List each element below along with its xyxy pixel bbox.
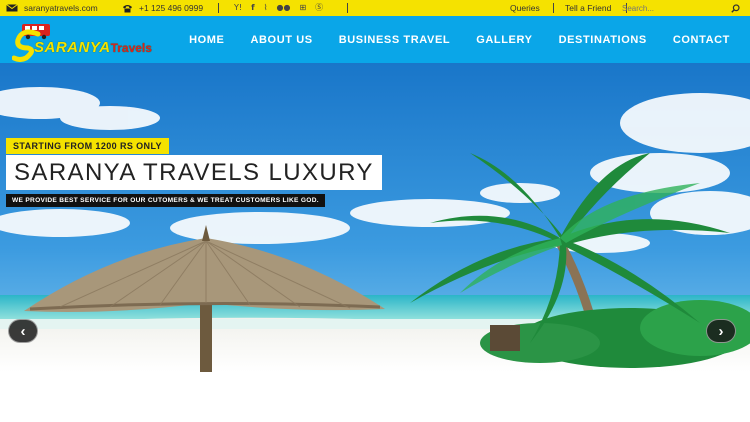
promo-tag: STARTING FROM 1200 RS ONLY bbox=[6, 138, 169, 154]
search-icon[interactable] bbox=[731, 3, 740, 13]
nav-about-us[interactable]: ABOUT US bbox=[250, 34, 312, 46]
skype-icon[interactable]: Ⓢ bbox=[315, 0, 323, 16]
logo-text: SARANYATravels bbox=[34, 39, 152, 56]
phone-icon bbox=[123, 4, 132, 12]
envelope-icon bbox=[6, 4, 18, 12]
rss-icon[interactable]: ⌇ bbox=[264, 0, 268, 16]
email-text: saranyatravels.com bbox=[24, 3, 98, 13]
nav-contact[interactable]: CONTACT bbox=[673, 34, 730, 46]
main-nav: HOME ABOUT US BUSINESS TRAVEL GALLERY DE… bbox=[189, 16, 730, 63]
hero-subtitle: WE PROVIDE BEST SERVICE FOR OUR CUTOMERS… bbox=[6, 194, 325, 207]
social-links: Y! f ⌇ ●● ⊞ Ⓢ bbox=[234, 0, 323, 16]
nav-home[interactable]: HOME bbox=[189, 34, 224, 46]
flickr-icon[interactable]: ●● bbox=[276, 0, 290, 16]
chevron-right-icon: › bbox=[718, 322, 724, 340]
divider bbox=[553, 3, 554, 13]
content-area bbox=[0, 372, 750, 422]
tell-a-friend-link[interactable]: Tell a Friend bbox=[565, 3, 611, 13]
site-header: SARANYATravels HOME ABOUT US BUSINESS TR… bbox=[0, 16, 750, 63]
next-slide-button[interactable]: › bbox=[706, 319, 736, 343]
top-bar: saranyatravels.com +1 125 496 0999 Y! f … bbox=[0, 0, 750, 16]
logo-text-primary: SARANYA bbox=[34, 39, 111, 56]
queries-link[interactable]: Queries bbox=[510, 3, 540, 13]
prev-slide-button[interactable]: ‹ bbox=[8, 319, 38, 343]
divider bbox=[347, 3, 348, 13]
nav-gallery[interactable]: GALLERY bbox=[476, 34, 532, 46]
yahoo-icon[interactable]: Y! bbox=[234, 0, 242, 16]
nav-destinations[interactable]: DESTINATIONS bbox=[559, 34, 647, 46]
phone-contact: +1 125 496 0999 bbox=[122, 0, 203, 16]
beach-image bbox=[0, 63, 750, 372]
logo-text-secondary: Travels bbox=[110, 41, 152, 55]
hero-title: SARANYA TRAVELS LUXURY bbox=[6, 155, 382, 190]
facebook-icon[interactable]: f bbox=[251, 0, 254, 16]
search-box bbox=[622, 2, 740, 14]
search-input[interactable] bbox=[622, 3, 712, 13]
divider bbox=[218, 3, 219, 13]
chevron-left-icon: ‹ bbox=[20, 322, 26, 340]
site-logo[interactable]: SARANYATravels bbox=[12, 22, 152, 62]
nav-business-travel[interactable]: BUSINESS TRAVEL bbox=[339, 34, 450, 46]
windows-icon[interactable]: ⊞ bbox=[299, 0, 306, 16]
email-contact[interactable]: saranyatravels.com bbox=[6, 0, 98, 16]
phone-text: +1 125 496 0999 bbox=[139, 3, 204, 13]
hero-slider: STARTING FROM 1200 RS ONLY SARANYA TRAVE… bbox=[0, 63, 750, 372]
